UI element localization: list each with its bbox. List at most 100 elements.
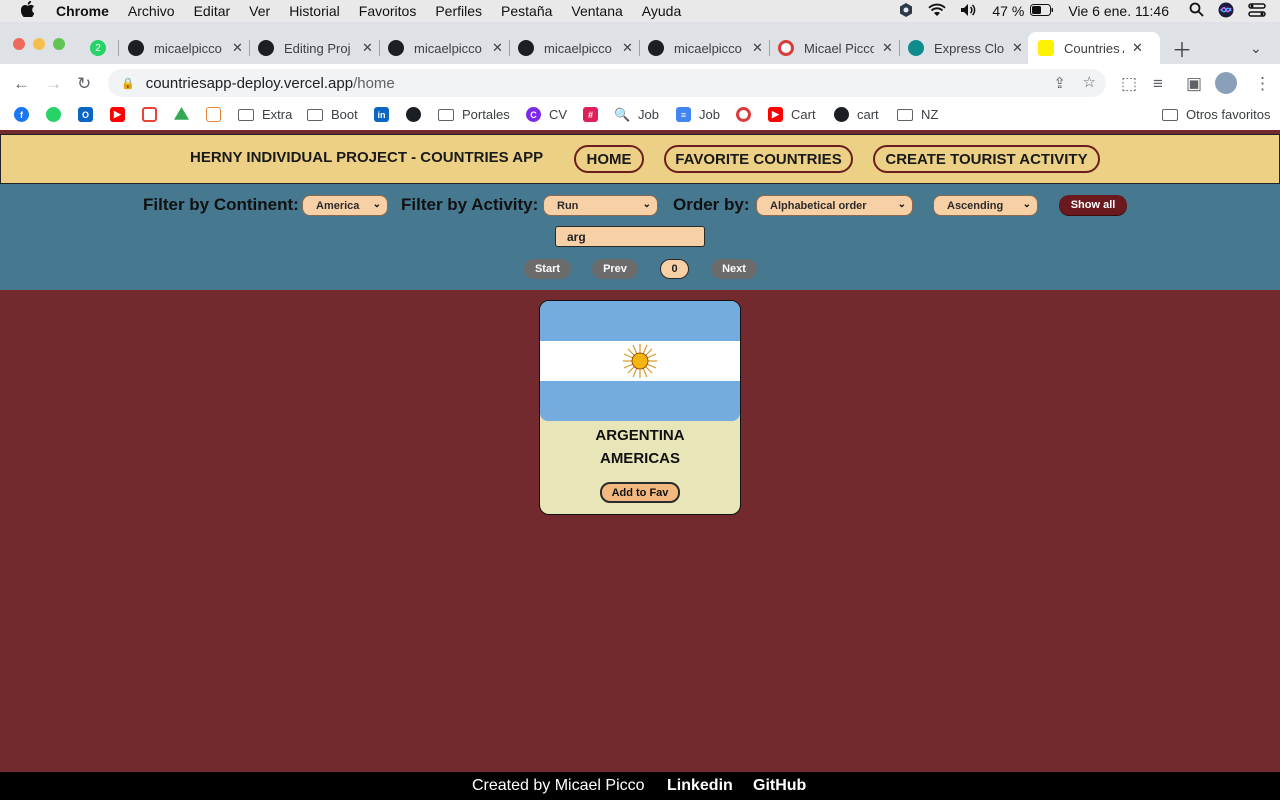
tab-clockify[interactable]: Express Clo ✕ — [908, 33, 1023, 63]
close-window-button[interactable] — [13, 38, 25, 50]
bookmark-drive[interactable] — [174, 107, 197, 122]
avatar[interactable] — [1215, 72, 1237, 94]
tab-countries-app[interactable]: Countries A ✕ — [1038, 33, 1143, 63]
tab-github-2[interactable]: Editing Proj ✕ — [258, 33, 373, 63]
wifi-icon[interactable] — [928, 3, 947, 20]
bookmark-folder-portales[interactable]: Portales — [438, 107, 510, 122]
next-page-button[interactable]: Next — [711, 259, 757, 279]
bookmark-slack[interactable]: # — [583, 107, 606, 122]
order-label: Order by: — [673, 195, 750, 214]
tab-whatsapp[interactable]: 2 — [90, 33, 116, 63]
lock-icon[interactable]: 🔒 — [121, 77, 135, 90]
bookmark-outlook[interactable]: O — [78, 107, 101, 122]
tab-close-icon[interactable]: ✕ — [492, 40, 503, 56]
linkedin-icon: in — [374, 107, 389, 122]
country-card[interactable]: ARGENTINA AMERICAS Add to Fav — [539, 300, 741, 515]
tab-portfolio[interactable]: Micael Picco ✕ — [778, 33, 893, 63]
star-icon[interactable]: ☆ — [1083, 73, 1096, 91]
reload-icon[interactable]: ↻ — [77, 74, 91, 94]
side-panel-icon[interactable]: ▣ — [1186, 74, 1202, 94]
continent-filter-select[interactable]: America ⌄ — [302, 195, 388, 216]
github-link[interactable]: GitHub — [753, 777, 806, 795]
bookmark-cube[interactable] — [206, 107, 229, 122]
share-icon[interactable]: ⇪ — [1053, 74, 1066, 92]
chevron-down-icon[interactable]: ⌄ — [1250, 33, 1262, 63]
activity-filter-select[interactable]: Run ⌄ — [543, 195, 658, 216]
prev-page-button[interactable]: Prev — [592, 259, 638, 279]
tab-github-4[interactable]: micaelpicco ✕ — [518, 33, 633, 63]
tab-title: Countries A — [1064, 40, 1124, 56]
extensions-icon[interactable]: ⬚ — [1121, 74, 1137, 94]
bookmark-cart-github[interactable]: cart — [834, 107, 879, 122]
tab-github-5[interactable]: micaelpicco ✕ — [648, 33, 763, 63]
media-queue-icon[interactable]: ≡ — [1153, 74, 1163, 94]
back-arrow-icon[interactable]: ← — [13, 74, 30, 94]
bookmark-job-2[interactable]: ≡ Job — [676, 107, 720, 122]
menu-historial[interactable]: Historial — [289, 3, 340, 19]
home-button[interactable]: HOME — [574, 145, 644, 173]
apple-icon[interactable] — [20, 0, 36, 21]
clock[interactable]: Vie 6 ene. 11:46 — [1068, 3, 1169, 19]
spotlight-search-icon[interactable] — [1189, 2, 1204, 20]
siri-icon[interactable] — [1218, 2, 1234, 21]
menu-ayuda[interactable]: Ayuda — [642, 3, 681, 19]
linkedin-link[interactable]: Linkedin — [667, 777, 733, 795]
create-activity-button[interactable]: CREATE TOURIST ACTIVITY — [873, 145, 1100, 173]
outlook-icon: O — [78, 107, 93, 122]
battery-icon[interactable] — [1030, 3, 1054, 19]
tab-separator — [118, 40, 119, 56]
volume-icon[interactable] — [960, 3, 978, 20]
menubar-app-name[interactable]: Chrome — [56, 3, 109, 19]
bookmark-folder-nz[interactable]: NZ — [897, 107, 938, 122]
control-center-icon[interactable] — [1248, 2, 1266, 20]
bookmark-github[interactable] — [406, 107, 429, 122]
menu-archivo[interactable]: Archivo — [128, 3, 175, 19]
bookmark-job-1[interactable]: 🔍 Job — [614, 107, 659, 122]
extension-status-icon[interactable] — [898, 2, 914, 21]
bookmark-target[interactable] — [736, 107, 759, 122]
tab-github-1[interactable]: micaelpicco ✕ — [128, 33, 243, 63]
bookmark-label: NZ — [921, 107, 939, 122]
tab-close-icon[interactable]: ✕ — [752, 40, 763, 56]
menu-pestana[interactable]: Pestaña — [501, 3, 552, 19]
bookmark-cv[interactable]: C CV — [526, 107, 567, 122]
favorite-countries-button[interactable]: FAVORITE COUNTRIES — [664, 145, 853, 173]
menu-editar[interactable]: Editar — [194, 3, 231, 19]
address-bar[interactable]: 🔒 countriesapp-deploy.vercel.app/home ⇪ … — [108, 69, 1106, 97]
minimize-window-button[interactable] — [33, 38, 45, 50]
menu-perfiles[interactable]: Perfiles — [435, 3, 482, 19]
new-tab-icon[interactable]: ＋ — [1172, 33, 1192, 63]
order-by-select[interactable]: Alphabetical order ⌄ — [756, 195, 913, 216]
bookmark-facebook[interactable]: f — [14, 107, 37, 122]
add-to-fav-button[interactable]: Add to Fav — [600, 482, 680, 503]
bookmark-whatsapp[interactable] — [46, 107, 69, 122]
bookmark-folder-extra[interactable]: Extra — [238, 107, 292, 122]
bookmark-youtube[interactable]: ▶ — [110, 107, 133, 122]
tab-close-icon[interactable]: ✕ — [232, 40, 243, 56]
tab-close-icon[interactable]: ✕ — [622, 40, 633, 56]
more-menu-icon[interactable]: ⋮ — [1254, 74, 1271, 94]
forward-arrow-icon[interactable]: → — [45, 74, 62, 94]
tab-close-icon[interactable]: ✕ — [362, 40, 373, 56]
bookmark-folder-boot[interactable]: Boot — [307, 107, 358, 122]
battery-percent[interactable]: 47 % — [992, 3, 1024, 19]
tab-close-icon[interactable]: ✕ — [1012, 40, 1023, 56]
tab-close-icon[interactable]: ✕ — [882, 40, 893, 56]
show-all-button[interactable]: Show all — [1059, 195, 1127, 215]
tab-close-icon[interactable]: ✕ — [1132, 40, 1143, 56]
bookmark-linkedin[interactable]: in — [374, 107, 397, 122]
bookmark-gmail[interactable] — [142, 107, 165, 122]
search-input[interactable] — [555, 226, 705, 247]
tab-github-3[interactable]: micaelpicco ✕ — [388, 33, 503, 63]
tab-separator — [379, 40, 380, 56]
bookmark-other-favorites[interactable]: Otros favoritos — [1162, 107, 1271, 122]
menu-ver[interactable]: Ver — [249, 3, 270, 19]
order-direction-select[interactable]: Ascending ⌄ — [933, 195, 1038, 216]
app-title: HERNY INDIVIDUAL PROJECT - COUNTRIES APP — [190, 149, 544, 166]
country-continent: AMERICAS — [599, 450, 680, 467]
menu-favoritos[interactable]: Favoritos — [359, 3, 417, 19]
start-page-button[interactable]: Start — [524, 259, 571, 279]
maximize-window-button[interactable] — [53, 38, 65, 50]
menu-ventana[interactable]: Ventana — [571, 3, 622, 19]
bookmark-cart-youtube[interactable]: ▶ Cart — [768, 107, 816, 122]
